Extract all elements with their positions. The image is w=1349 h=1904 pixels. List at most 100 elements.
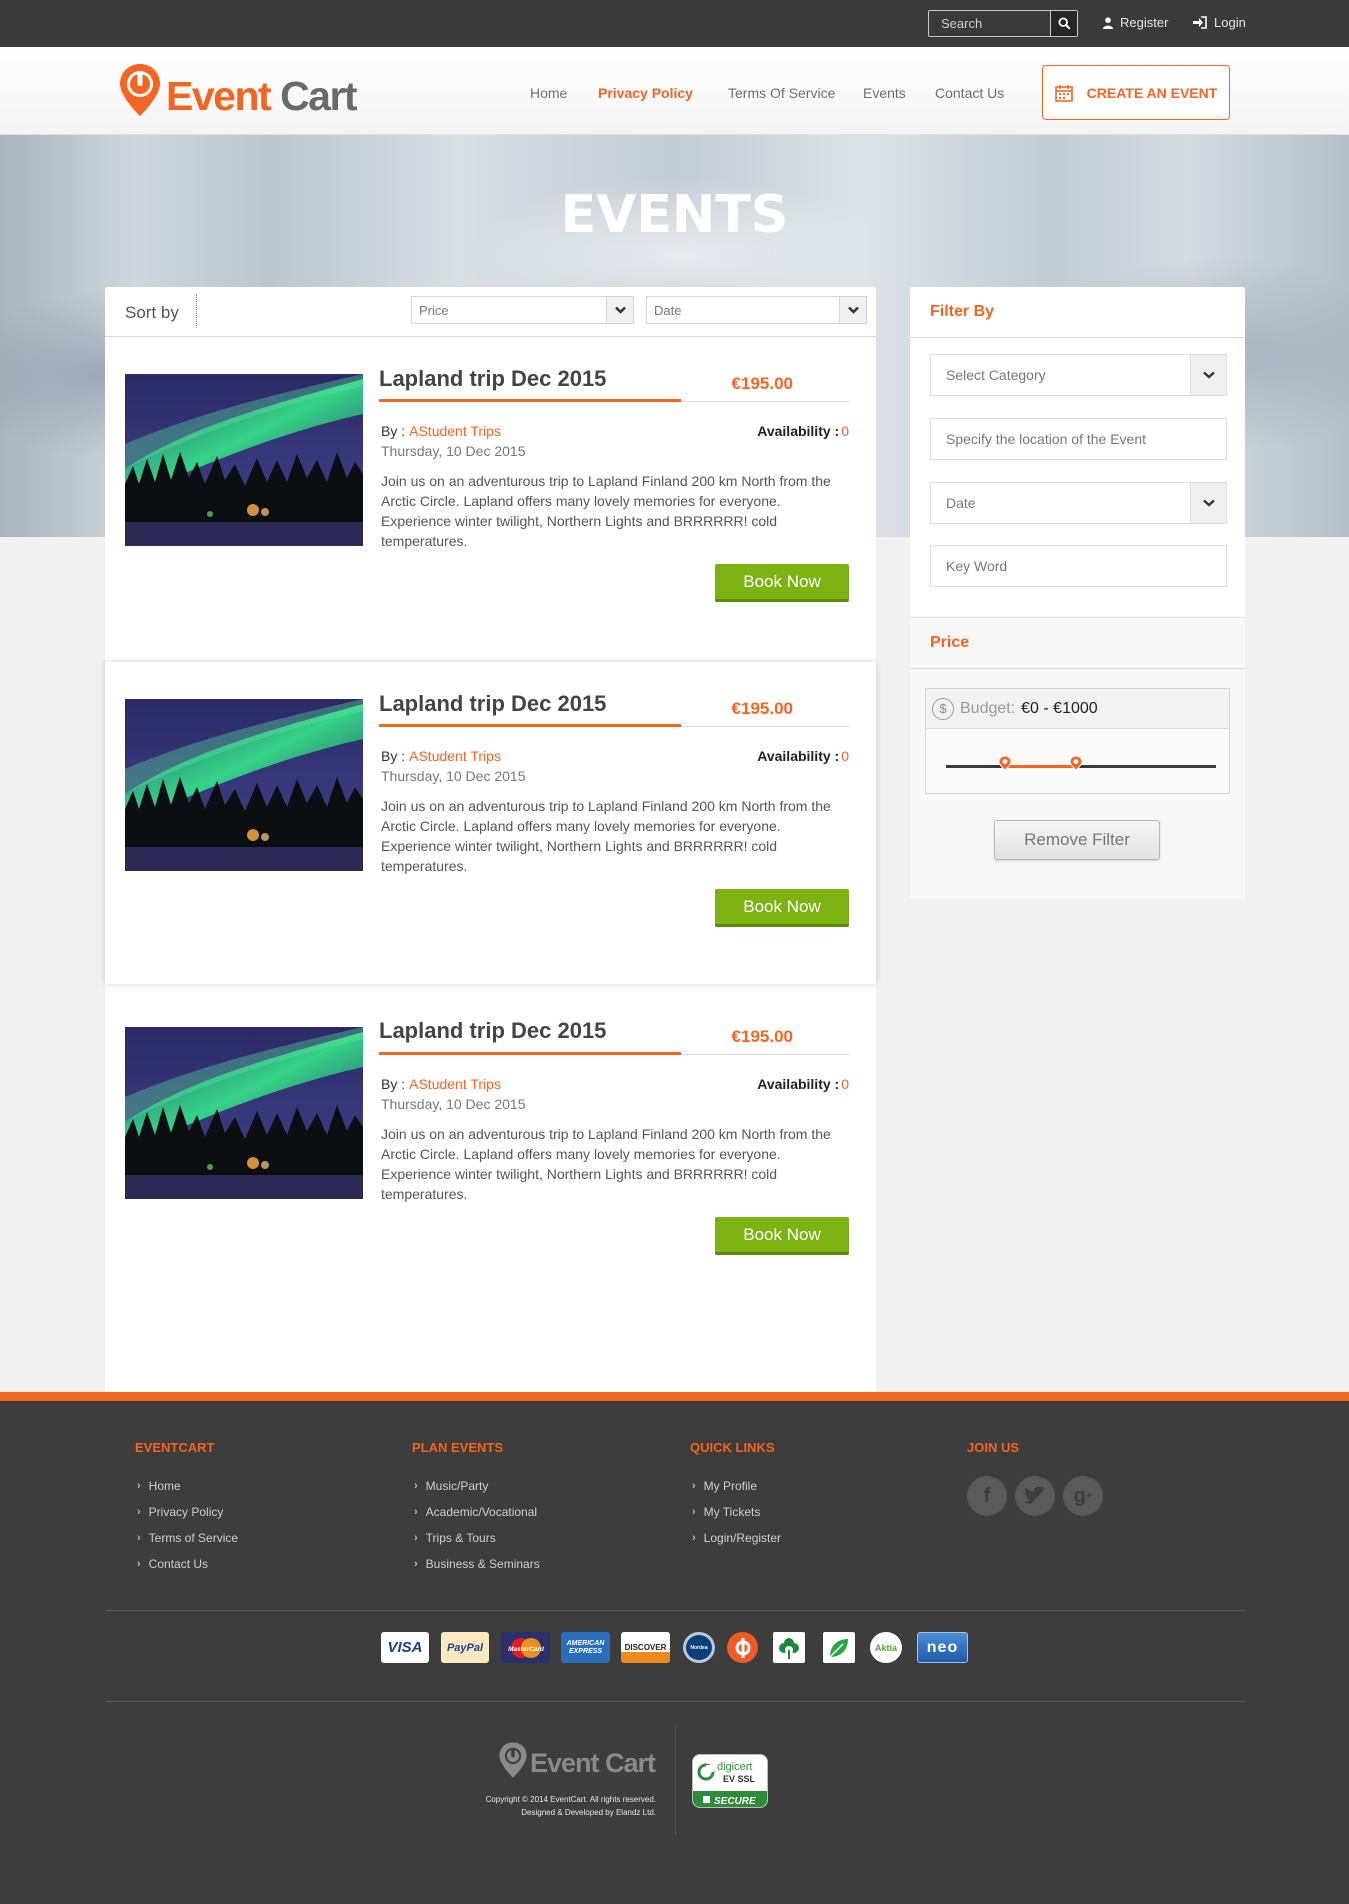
chevron-right-icon: › (692, 1532, 696, 1544)
clover-bank-logo (773, 1632, 805, 1663)
date-select[interactable]: Date (930, 482, 1227, 524)
mastercard-logo: MasterCard (501, 1632, 550, 1663)
event-description: Join us on an adventurous trip to Laplan… (381, 798, 831, 874)
event-title[interactable]: Lapland trip Dec 2015 (379, 691, 606, 717)
discover-logo: DISCOVER (621, 1632, 670, 1663)
sort-price-value: Price (419, 302, 449, 318)
map-pin-icon (998, 755, 1012, 771)
login-label: Login (1214, 15, 1246, 30)
logo-text: Event Cart (166, 72, 358, 120)
nav-privacy-policy[interactable]: Privacy Policy (598, 85, 693, 101)
sort-price-select[interactable]: Price (411, 296, 634, 324)
nav-home[interactable]: Home (530, 85, 567, 101)
chevron-right-icon: › (137, 1506, 141, 1518)
footer-logo[interactable]: Event Cart (498, 1741, 656, 1779)
facebook-icon[interactable]: f (967, 1476, 1007, 1516)
event-price: €195.00 (731, 1027, 793, 1046)
footer-link[interactable]: › Trips & Tours (414, 1531, 496, 1545)
chevron-right-icon: › (414, 1506, 418, 1518)
event-price: €195.00 (731, 374, 793, 393)
slider-handle-min[interactable] (998, 755, 1012, 771)
search-box (928, 10, 1078, 37)
nav-events[interactable]: Events (863, 85, 906, 101)
availability-label: Availability : (757, 423, 840, 439)
sort-bar: Sort by Price Date (105, 287, 876, 337)
event-card: Lapland trip Dec 2015 €195.00 By : AStude… (105, 990, 876, 1312)
date-placeholder: Date (946, 495, 976, 511)
login-link[interactable]: Login (1193, 15, 1246, 30)
footer-link[interactable]: › Privacy Policy (137, 1505, 223, 1519)
map-pin-icon (1069, 755, 1083, 771)
search-icon (1057, 17, 1071, 30)
twitter-icon[interactable] (1015, 1476, 1055, 1516)
footer-link[interactable]: › Terms of Service (137, 1531, 238, 1545)
footer-col-title: EVENTCART (135, 1440, 215, 1455)
footer-link-label: Privacy Policy (148, 1505, 224, 1519)
event-image[interactable] (125, 1027, 363, 1199)
calendar-icon (1054, 84, 1073, 102)
availability-label: Availability : (757, 1076, 840, 1092)
google-plus-icon[interactable]: g + (1063, 1476, 1103, 1516)
nordea-logo: Nordea (683, 1632, 715, 1663)
slider-handle-max[interactable] (1069, 755, 1083, 771)
footer-link[interactable]: › Music/Party (414, 1479, 488, 1493)
book-now-button[interactable]: Book Now (715, 889, 849, 927)
organizer-link[interactable]: AStudent Trips (409, 1076, 501, 1092)
footer-link[interactable]: › Academic/Vocational (414, 1505, 537, 1519)
price-slider[interactable] (946, 755, 1216, 771)
nav-contact-us[interactable]: Contact Us (935, 85, 1004, 101)
register-label: Register (1120, 15, 1169, 30)
by-label: By : (381, 1076, 406, 1092)
filter-header: Filter By (910, 287, 1245, 338)
footer-divider (105, 1610, 1245, 1611)
neo-logo: neo (917, 1632, 968, 1663)
book-now-button[interactable]: Book Now (715, 1217, 849, 1255)
logo[interactable]: Event Cart (118, 57, 358, 123)
nav-terms-of-service[interactable]: Terms Of Service (728, 85, 835, 101)
sign-in-icon (1193, 16, 1207, 29)
create-event-button[interactable]: CREATE AN EVENT (1042, 65, 1230, 120)
event-title[interactable]: Lapland trip Dec 2015 (379, 366, 606, 392)
footer-link[interactable]: › Business & Seminars (414, 1557, 540, 1571)
location-input[interactable]: Specify the location of the Event (930, 418, 1227, 460)
copyright-text: Copyright © 2014 EventCart. All rights r… (485, 1795, 656, 1804)
footer-link-label: Contact Us (148, 1557, 209, 1571)
amex-logo: AMERICAN EXPRESS (561, 1632, 610, 1663)
remove-filter-button[interactable]: Remove Filter (994, 820, 1160, 860)
register-link[interactable]: Register (1103, 15, 1168, 30)
sort-date-select[interactable]: Date (646, 296, 867, 324)
location-placeholder: Specify the location of the Event (946, 431, 1147, 447)
category-select[interactable]: Select Category (930, 354, 1227, 396)
organizer-link[interactable]: AStudent Trips (409, 423, 501, 439)
footer-link[interactable]: › Contact Us (137, 1557, 208, 1571)
event-description: Join us on an adventurous trip to Laplan… (381, 1126, 831, 1202)
footer-link[interactable]: › My Tickets (692, 1505, 760, 1519)
digicert-ssl-badge[interactable]: digicert EV SSL SECURE (692, 1754, 768, 1808)
footer-link[interactable]: › Login/Register (692, 1531, 781, 1545)
site-header: Event Cart Home Privacy Policy Terms Of … (0, 47, 1349, 135)
book-now-button[interactable]: Book Now (715, 564, 849, 602)
search-input[interactable] (929, 11, 1049, 36)
event-card: Lapland trip Dec 2015 €195.00 By : AStude… (105, 338, 876, 660)
chevron-down-icon (1190, 355, 1226, 395)
by-label: By : (381, 423, 406, 439)
event-description: Join us on an adventurous trip to Laplan… (381, 473, 831, 549)
footer-link-label: Business & Seminars (425, 1557, 540, 1571)
event-image[interactable] (125, 699, 363, 871)
filter-panel: Filter By Select Category Specify the lo… (910, 287, 1245, 899)
event-availability: Availability :0 (685, 423, 849, 439)
site-footer: EVENTCART › Home › Privacy Policy › Terms o… (0, 1392, 1349, 1904)
keyword-input[interactable]: Key Word (930, 545, 1227, 587)
chevron-right-icon: › (137, 1480, 141, 1492)
user-icon (1103, 16, 1113, 29)
search-button[interactable] (1050, 11, 1077, 36)
event-title[interactable]: Lapland trip Dec 2015 (379, 1018, 606, 1044)
chevron-right-icon: › (692, 1506, 696, 1518)
visa-logo: VISA (381, 1632, 429, 1663)
footer-link[interactable]: › Home (137, 1479, 181, 1493)
paypal-logo: PayPal (441, 1632, 489, 1663)
organizer-link[interactable]: AStudent Trips (409, 748, 501, 764)
logo-cart-word: Cart (280, 72, 358, 119)
event-image[interactable] (125, 374, 363, 546)
footer-link[interactable]: › My Profile (692, 1479, 757, 1493)
